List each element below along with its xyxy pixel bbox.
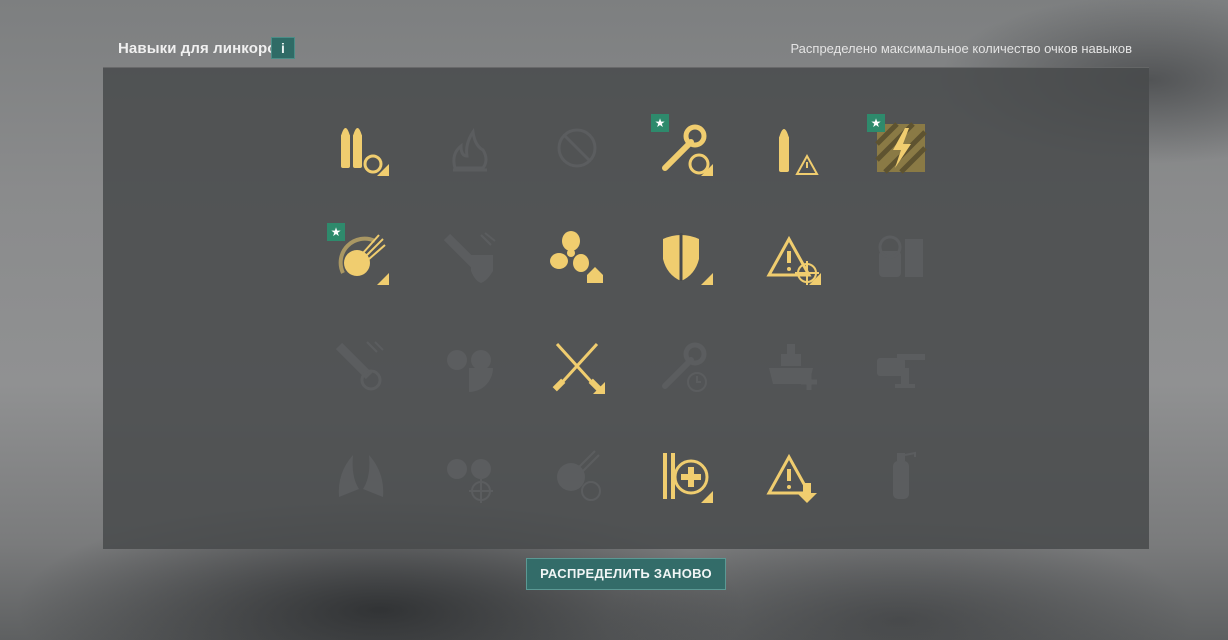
skill-fire[interactable] xyxy=(441,120,497,176)
shield-binoculars-icon xyxy=(657,229,713,285)
skill-prohibited[interactable] xyxy=(549,120,605,176)
warning-down-icon xyxy=(765,447,821,503)
skill-aa-turret[interactable] xyxy=(873,229,929,285)
dual-flames-icon xyxy=(333,447,389,503)
skill-warning-down[interactable] xyxy=(765,447,821,503)
skill-aa-guns-crosshair[interactable] xyxy=(441,447,497,503)
skills-grid: ★ ★ ★ xyxy=(103,68,1149,549)
fire-icon xyxy=(441,120,497,176)
skill-secondary-guns[interactable] xyxy=(873,338,929,394)
reset-skills-button[interactable]: РАСПРЕДЕЛИТЬ ЗАНОВО xyxy=(526,558,726,590)
skill-wrench-reload[interactable]: ★ xyxy=(651,114,713,176)
page-title: Навыки для линкоров xyxy=(118,40,286,57)
aa-turret-icon xyxy=(873,229,929,285)
skill-shield-binoculars[interactable] xyxy=(657,229,713,285)
wrench-timer-icon xyxy=(657,338,713,394)
skill-aa-burst[interactable]: ★ xyxy=(327,223,389,285)
skill-battleship-repair[interactable] xyxy=(765,338,821,394)
torpedo-reload-icon xyxy=(333,338,389,394)
skill-extinguisher[interactable] xyxy=(873,447,929,503)
info-button[interactable]: i xyxy=(271,37,295,59)
shell-warning-icon xyxy=(765,120,821,176)
star-badge-icon: ★ xyxy=(327,223,345,241)
skill-aa-timer[interactable] xyxy=(549,447,605,503)
skill-shell-warning[interactable] xyxy=(765,120,821,176)
warning-crosshair-icon xyxy=(765,229,821,285)
secondary-guns-icon xyxy=(873,338,929,394)
torpedo-shield-icon xyxy=(441,229,497,285)
skill-torpedo-shield[interactable] xyxy=(441,229,497,285)
propeller-upgrade-icon xyxy=(549,229,605,285)
skill-shells-reload[interactable] xyxy=(333,120,389,176)
skill-tools-heal[interactable] xyxy=(657,447,713,503)
battleship-repair-icon xyxy=(765,338,821,394)
shells-reload-icon xyxy=(333,120,389,176)
skills-panel: ★ ★ ★ xyxy=(103,67,1149,549)
star-badge-icon: ★ xyxy=(867,114,885,132)
extinguisher-icon xyxy=(873,447,929,503)
skill-torpedo-reload[interactable] xyxy=(333,338,389,394)
crossed-tools-icon xyxy=(549,338,605,394)
skill-propeller-upgrade[interactable] xyxy=(549,229,605,285)
tools-heal-icon xyxy=(657,447,713,503)
skill-aa-guns-sector[interactable] xyxy=(441,338,497,394)
skill-warning-crosshair[interactable] xyxy=(765,229,821,285)
skill-lightning-hazard[interactable]: ★ xyxy=(867,114,929,176)
skills-header: Навыки для линкоров i Распределено макси… xyxy=(118,36,1132,60)
skill-wrench-timer[interactable] xyxy=(657,338,713,394)
skill-points-status: Распределено максимальное количество очк… xyxy=(790,41,1132,56)
star-badge-icon: ★ xyxy=(651,114,669,132)
aa-guns-crosshair-icon xyxy=(441,447,497,503)
skill-dual-flames[interactable] xyxy=(333,447,389,503)
aa-guns-sector-icon xyxy=(441,338,497,394)
skill-crossed-tools[interactable] xyxy=(549,338,605,394)
aa-timer-icon xyxy=(549,447,605,503)
prohibited-icon xyxy=(549,120,605,176)
